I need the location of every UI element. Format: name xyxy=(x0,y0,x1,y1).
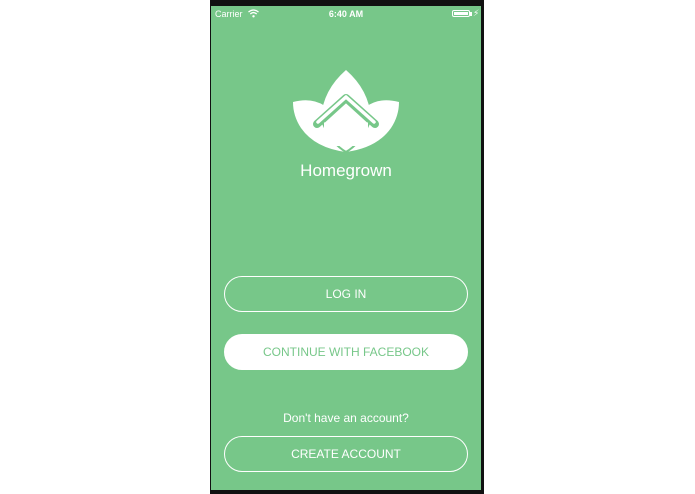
charging-bolt-icon: ⚡ xyxy=(473,8,480,18)
login-screen: Carrier 6:40 AM ⚡ Homegrown LOG IN CONTI… xyxy=(211,6,481,490)
signup-prompt: Don't have an account? xyxy=(283,411,409,425)
status-bar: Carrier 6:40 AM ⚡ xyxy=(211,6,481,22)
battery-tip xyxy=(470,12,472,16)
status-time: 6:40 AM xyxy=(328,9,364,19)
continue-with-facebook-button[interactable]: CONTINUE WITH FACEBOOK xyxy=(224,334,468,370)
app-name: Homegrown xyxy=(300,161,392,180)
login-button[interactable]: LOG IN xyxy=(224,276,468,312)
battery-icon xyxy=(452,10,470,17)
create-account-button[interactable]: CREATE ACCOUNT xyxy=(224,436,468,472)
phone-frame: Carrier 6:40 AM ⚡ Homegrown LOG IN CONTI… xyxy=(210,0,484,494)
leaf-house-logo-icon xyxy=(293,70,399,153)
